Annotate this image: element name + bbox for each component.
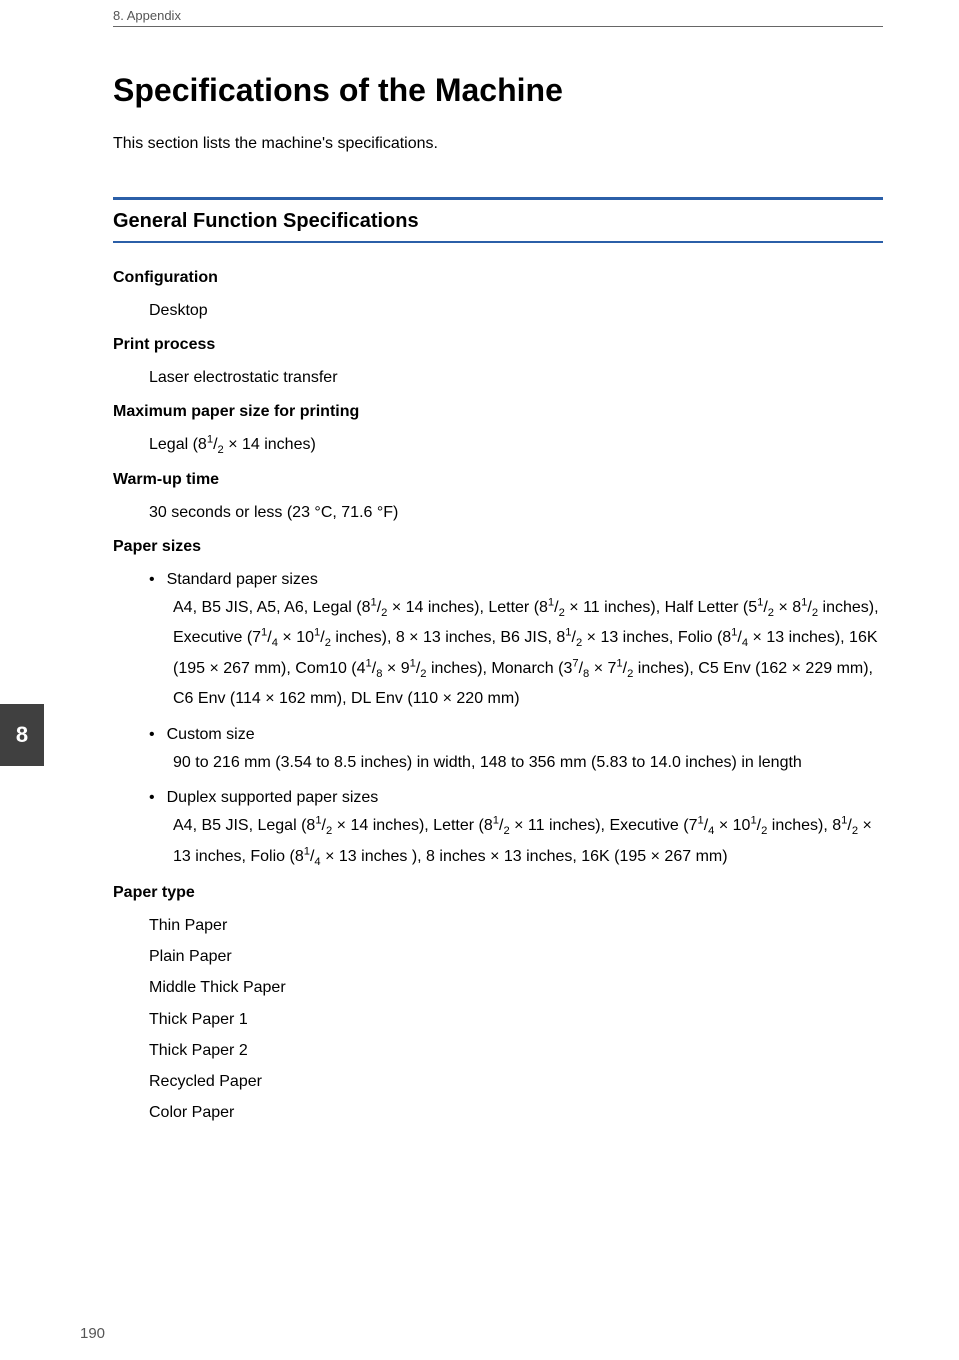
chapter-tab: 8: [0, 704, 44, 766]
bullet-standard-sizes: Standard paper sizes: [149, 566, 883, 593]
bullet-label: Standard paper sizes: [167, 566, 318, 593]
spec-value-configuration: Desktop: [149, 297, 883, 324]
section-title: General Function Specifications: [113, 210, 883, 233]
header-divider: [113, 26, 883, 27]
section-rule-top: [113, 197, 883, 200]
spec-label-configuration: Configuration: [113, 269, 883, 287]
spec-label-print-process: Print process: [113, 336, 883, 354]
spec-label-warm-up: Warm-up time: [113, 471, 883, 489]
chapter-header: 8. Appendix: [113, 8, 181, 23]
bullet-custom-size: Custom size: [149, 721, 883, 748]
paper-type-value-3: Thick Paper 1: [149, 1006, 883, 1033]
bullet-label: Duplex supported paper sizes: [167, 784, 379, 811]
page-title: Specifications of the Machine: [113, 72, 883, 109]
spec-value-print-process: Laser electrostatic transfer: [149, 364, 883, 391]
standard-sizes-content: A4, B5 JIS, A5, A6, Legal (81/2 × 14 inc…: [173, 593, 883, 715]
spec-label-paper-type: Paper type: [113, 884, 883, 902]
paper-type-value-6: Color Paper: [149, 1099, 883, 1126]
custom-size-content: 90 to 216 mm (3.54 to 8.5 inches) in wid…: [173, 748, 883, 778]
paper-type-value-5: Recycled Paper: [149, 1068, 883, 1095]
spec-label-paper-sizes: Paper sizes: [113, 538, 883, 556]
bullet-label: Custom size: [167, 721, 255, 748]
duplex-sizes-content: A4, B5 JIS, Legal (81/2 × 14 inches), Le…: [173, 811, 883, 872]
spec-value-warm-up: 30 seconds or less (23 °C, 71.6 °F): [149, 499, 883, 526]
intro-text: This section lists the machine's specifi…: [113, 135, 883, 153]
paper-type-value-0: Thin Paper: [149, 912, 883, 939]
page-number: 190: [80, 1325, 105, 1342]
spec-label-max-paper-size: Maximum paper size for printing: [113, 403, 883, 421]
paper-type-value-2: Middle Thick Paper: [149, 974, 883, 1001]
bullet-duplex-sizes: Duplex supported paper sizes: [149, 784, 883, 811]
page-content: Specifications of the Machine This secti…: [113, 72, 883, 1130]
section-rule-bottom: [113, 241, 883, 243]
paper-type-value-1: Plain Paper: [149, 943, 883, 970]
spec-value-max-paper-size: Legal (81/2 × 14 inches): [149, 431, 883, 458]
paper-type-value-4: Thick Paper 2: [149, 1037, 883, 1064]
